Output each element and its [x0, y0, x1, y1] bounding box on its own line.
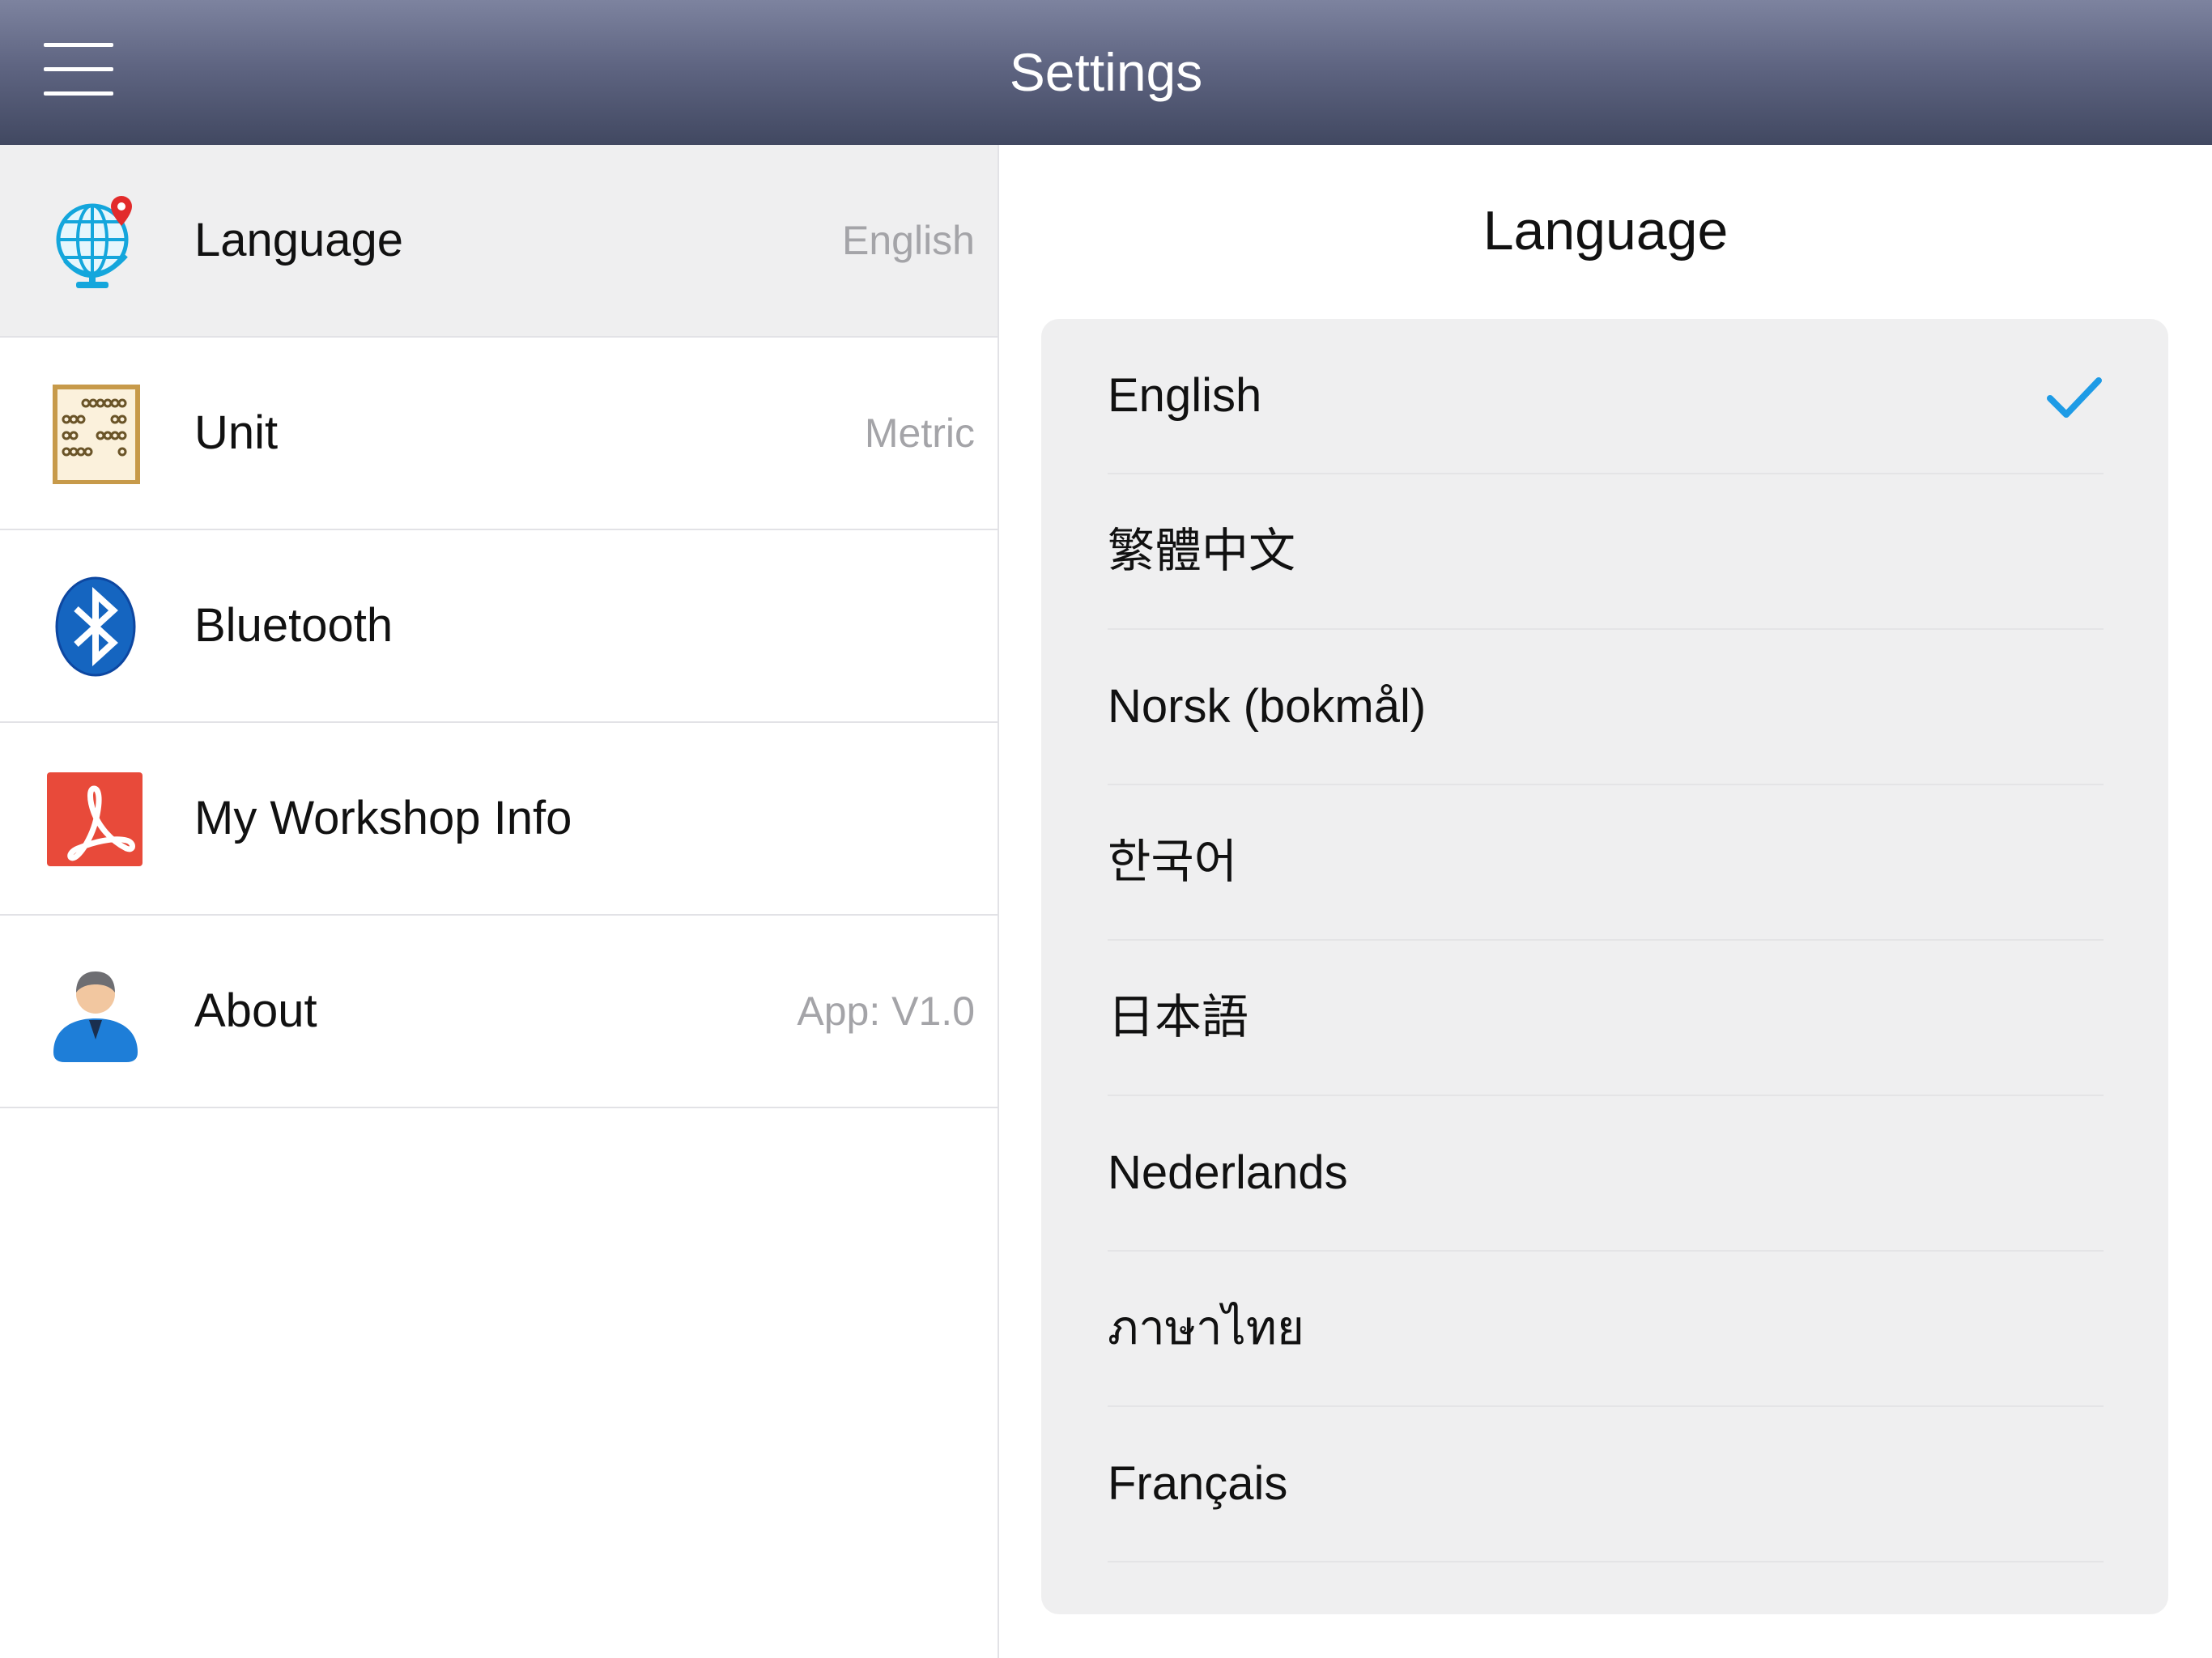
sidebar-item-label: Bluetooth: [194, 599, 393, 652]
language-option-french[interactable]: Français: [1108, 1407, 2104, 1562]
sidebar-item-label: My Workshop Info: [194, 792, 572, 844]
sidebar-item-my-workshop-info[interactable]: My Workshop Info: [0, 723, 998, 916]
language-label: English: [1108, 369, 1262, 422]
language-label: ภาษาไทย: [1108, 1302, 1304, 1354]
sidebar-item-value: App: V1.0: [797, 988, 975, 1034]
sidebar-item-value: Metric: [864, 410, 975, 456]
sidebar-item-bluetooth[interactable]: Bluetooth: [0, 530, 998, 723]
page-title: Settings: [1009, 42, 1203, 102]
sidebar-item-about[interactable]: About App: V1.0: [0, 916, 998, 1108]
navigation-bar: Settings: [0, 0, 2212, 145]
language-label: Français: [1108, 1457, 1288, 1510]
language-option-japanese[interactable]: 日本語: [1108, 941, 2104, 1096]
abacus-icon: [53, 385, 140, 484]
sidebar-item-value: English: [842, 218, 975, 263]
sidebar-item-label: Language: [194, 214, 404, 266]
language-label: 繁體中文: [1108, 525, 1296, 577]
language-label: Nederlands: [1108, 1146, 1348, 1199]
language-option-traditional-chinese[interactable]: 繁體中文: [1108, 474, 2104, 630]
language-option-dutch[interactable]: Nederlands: [1108, 1096, 2104, 1252]
language-option-norwegian[interactable]: Norsk (bokmål): [1108, 630, 2104, 785]
checkmark-icon: [2047, 377, 2102, 418]
sidebar-item-label: About: [194, 984, 317, 1037]
detail-title: Language: [1482, 200, 1729, 261]
language-list: English 繁體中文 Norsk (bokmål) 한국어 日本語 Nede…: [1041, 319, 2168, 1614]
language-label: 日本語: [1108, 991, 1249, 1044]
user-icon: [53, 971, 138, 1062]
bluetooth-icon: [55, 576, 136, 677]
sidebar-item-unit[interactable]: Unit Metric: [0, 338, 998, 530]
language-option-english[interactable]: English: [1108, 319, 2104, 474]
pdf-icon: [47, 772, 143, 866]
sidebar-item-label: Unit: [194, 406, 279, 459]
language-label: Norsk (bokmål): [1108, 680, 1427, 733]
language-option-korean[interactable]: 한국어: [1108, 785, 2104, 941]
globe-icon: [56, 196, 132, 288]
language-label: 한국어: [1108, 835, 1238, 888]
sidebar-item-language[interactable]: Language English: [0, 145, 998, 338]
panel-divider: [998, 145, 999, 1658]
language-option-thai[interactable]: ภาษาไทย: [1108, 1252, 2104, 1407]
settings-sidebar: Language English Unit Metric Bluetooth M…: [0, 145, 998, 1658]
